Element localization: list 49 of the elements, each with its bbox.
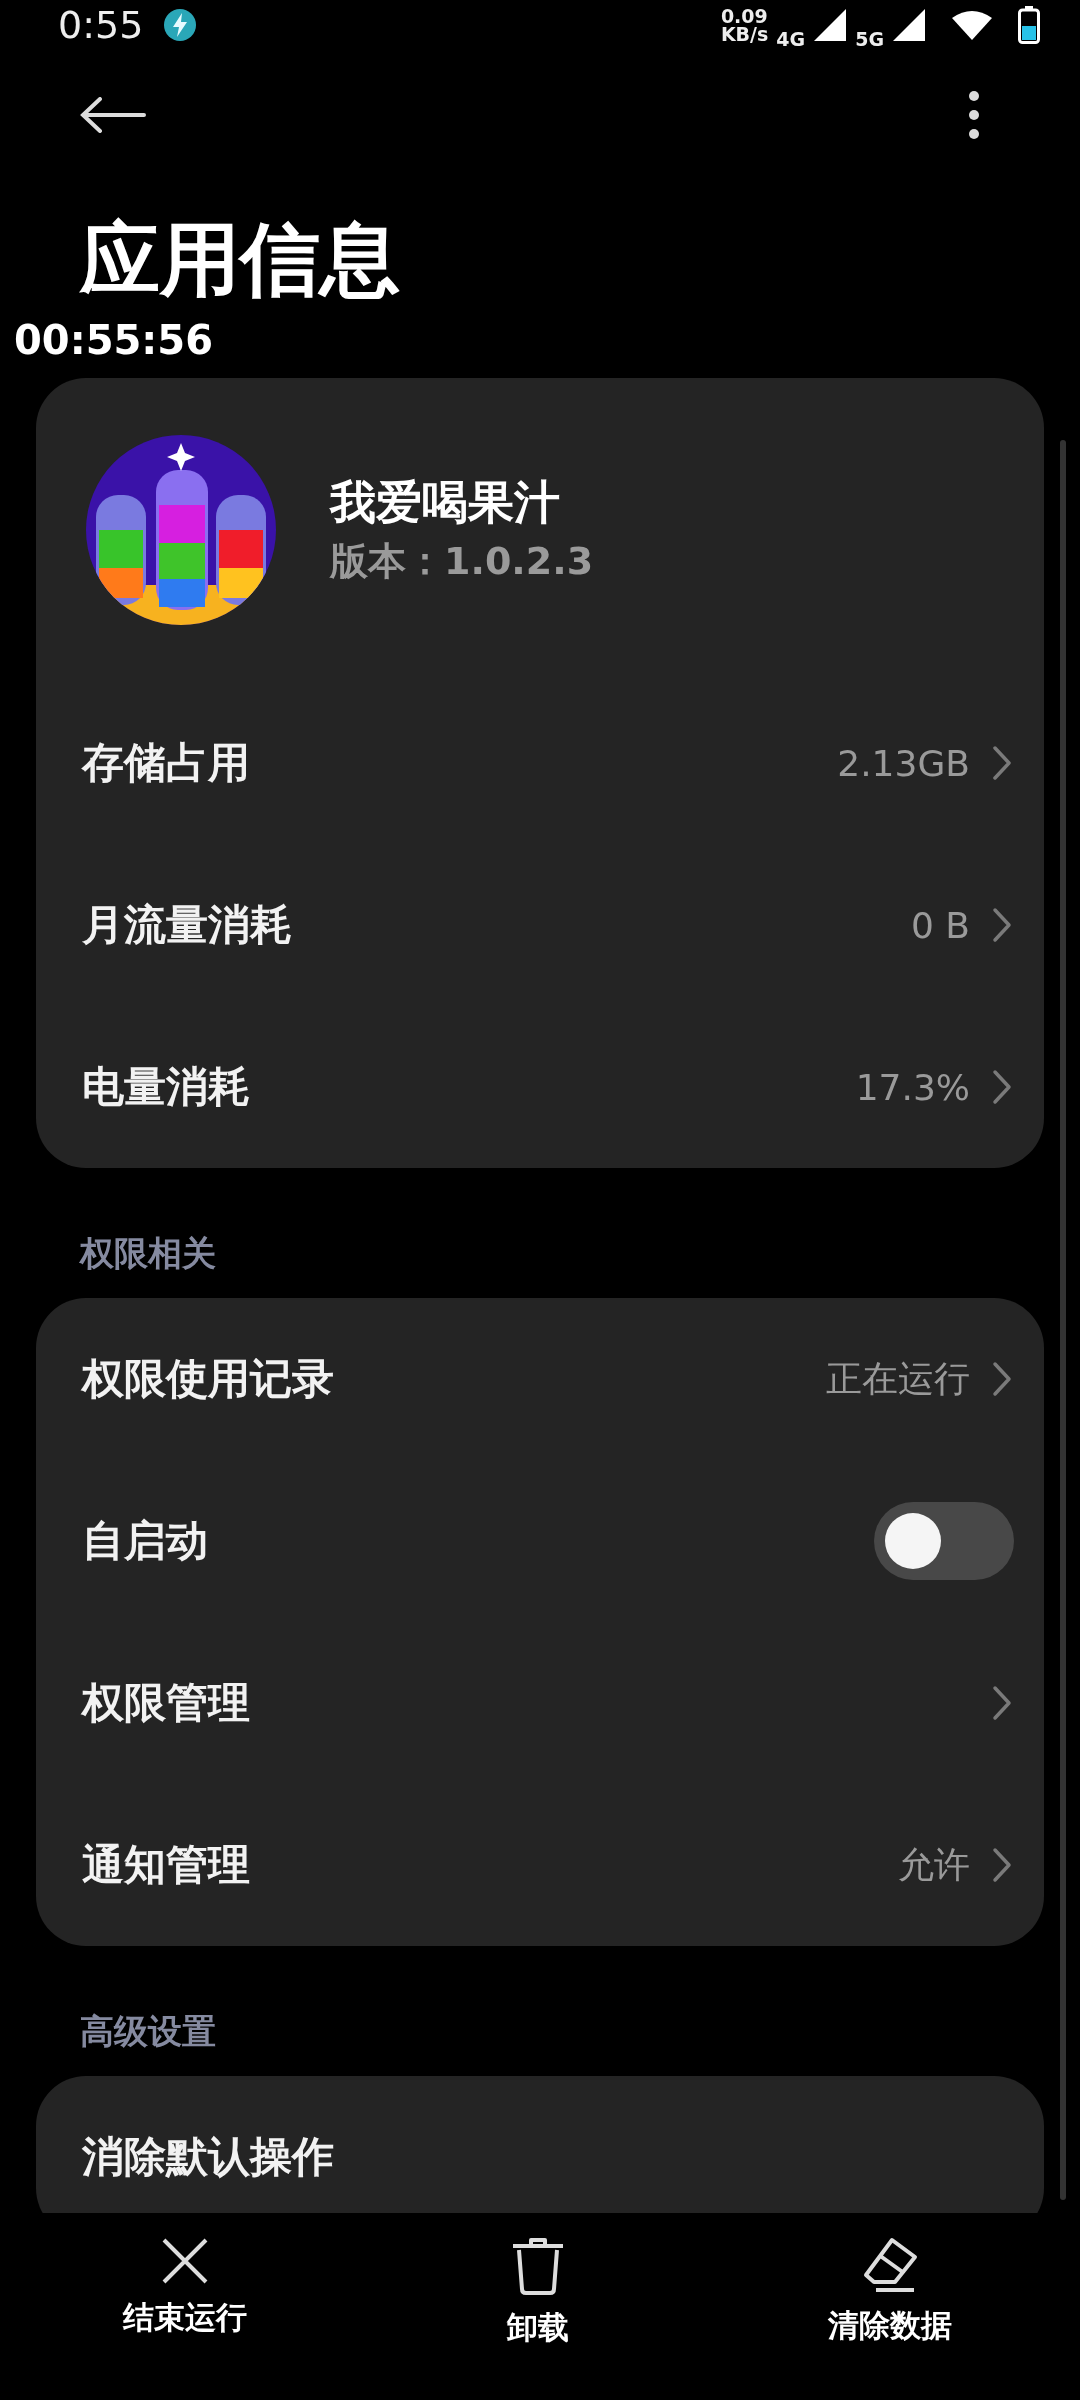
section-header: 高级设置 [80,2010,216,2053]
back-arrow-icon[interactable] [80,97,146,133]
setting-label: 权限使用记录 [82,1353,334,1405]
section-header: 权限相关 [80,1232,216,1275]
setting-label: 通知管理 [82,1839,250,1891]
setting-row[interactable]: 权限使用记录 正在运行 [36,1298,1044,1460]
setting-row[interactable]: 通知管理 允许 [36,1784,1044,1946]
battery-icon [1018,6,1040,44]
setting-label: 消除默认操作 [82,2131,334,2183]
network-type: 5G [855,28,884,50]
app-version: 版本：1.0.2.3 [330,538,594,585]
action-button[interactable]: 清除数据 [770,2213,1010,2400]
wifi-icon [952,10,992,40]
chevron-right-icon [992,1847,1012,1883]
chevron-right-icon [992,745,1012,781]
chevron-right-icon [992,907,1012,943]
app-name: 我爱喝果汁 [330,474,561,531]
page-title: 应用信息 [80,212,400,308]
setting-row[interactable]: 权限管理 [36,1622,1044,1784]
eraser-icon [862,2237,918,2293]
net-speed-unit: KB/s [720,25,769,43]
status-time: 0:55 [58,3,144,47]
setting-value: 17.3% [855,1066,970,1108]
setting-row[interactable]: 电量消耗 17.3% [36,1006,1044,1168]
action-button[interactable]: 结束运行 [65,2213,305,2400]
setting-value: 正在运行 [826,1356,970,1401]
timestamp-overlay: 00:55:56 [14,316,213,365]
setting-row[interactable]: 存储占用 2.13GB [36,682,1044,844]
setting-label: 电量消耗 [82,1061,250,1113]
setting-value: 2.13GB [837,742,970,784]
close-icon [161,2237,209,2285]
setting-label: 月流量消耗 [82,899,292,951]
chevron-right-icon [992,1685,1012,1721]
setting-label: 自启动 [82,1515,208,1567]
action-button[interactable]: 卸载 [417,2213,658,2400]
setting-value: 允许 [898,1842,970,1887]
network-type: 4G [776,28,806,50]
signal-icon [892,8,926,42]
chevron-right-icon [992,1069,1012,1105]
setting-label: 存储占用 [82,737,250,789]
lightning-icon [163,8,198,42]
more-menu-icon[interactable] [968,90,980,140]
setting-label: 权限管理 [82,1677,250,1729]
setting-row[interactable]: 月流量消耗 0 B [36,844,1044,1006]
net-speed-value: 0.09 [720,7,769,25]
signal-icon [813,8,848,42]
setting-value: 0 B [910,904,970,946]
chevron-right-icon [992,1361,1012,1397]
trash-icon [510,2237,565,2295]
